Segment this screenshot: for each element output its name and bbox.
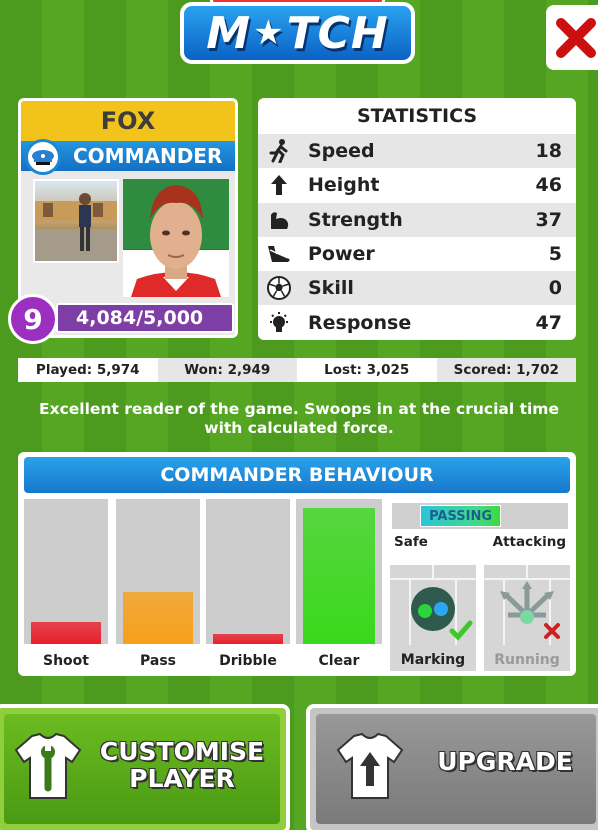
light-bulb-icon <box>264 310 294 336</box>
stat-row-strength: Strength 37 <box>258 202 576 237</box>
bar-label: Shoot <box>43 653 89 669</box>
bar-track <box>116 499 200 644</box>
passing-high-label: Attacking <box>492 534 566 550</box>
level-badge: 9 <box>8 294 58 344</box>
logo-star-icon: ★ <box>253 13 285 53</box>
close-x-icon <box>556 17 596 58</box>
player-name: FOX <box>21 101 235 141</box>
player-description: Excellent reader of the game. Swoops in … <box>39 400 559 437</box>
stat-label: Speed <box>308 140 375 163</box>
player-role: COMMANDER <box>73 144 223 168</box>
player-photo <box>33 179 119 263</box>
passing-track: PASSING <box>392 503 568 529</box>
close-button[interactable] <box>546 5 598 70</box>
stat-value: 0 <box>548 277 562 300</box>
customise-player-button[interactable]: CUSTOMISE PLAYER <box>0 704 290 830</box>
stat-row-skill: Skill 0 <box>258 271 576 306</box>
shirt-upgrade-icon <box>336 732 404 799</box>
statistics-title: STATISTICS <box>356 105 478 127</box>
stat-value: 18 <box>535 140 562 163</box>
won-count: Won: 2,949 <box>157 358 297 382</box>
logo-first-letter: M <box>206 7 252 59</box>
bar-track <box>24 499 108 644</box>
running-toggle[interactable]: Running <box>484 565 570 671</box>
bar-fill <box>123 591 193 644</box>
boot-icon <box>264 241 294 267</box>
bar-fill <box>213 633 283 644</box>
statistics-panel: STATISTICS Speed 18 Height 46 Strength 3… <box>258 98 576 340</box>
marking-label: Marking <box>400 652 466 668</box>
statistics-list: Speed 18 Height 46 Strength 37 Power 5 S… <box>258 134 576 340</box>
stat-value: 47 <box>535 311 562 334</box>
customise-button-label: CUSTOMISE PLAYER <box>92 738 272 792</box>
running-label: Running <box>494 652 560 668</box>
flexed-arm-icon <box>264 207 294 233</box>
bar-fill <box>303 507 375 644</box>
upgrade-button[interactable]: UPGRADE <box>306 704 598 830</box>
match-record: Played: 5,974 Won: 2,949 Lost: 3,025 Sco… <box>18 358 576 382</box>
shirt-wrench-icon <box>14 732 82 799</box>
player-avatar <box>123 179 229 297</box>
commander-cap-icon <box>25 139 61 175</box>
stat-label: Skill <box>308 277 354 300</box>
stat-row-power: Power 5 <box>258 237 576 271</box>
bar-label: Clear <box>318 653 360 669</box>
bar-label: Pass <box>140 653 176 669</box>
stat-label: Strength <box>308 208 403 231</box>
bar-fill <box>31 622 101 644</box>
bar-label: Dribble <box>219 653 277 669</box>
behaviour-panel: COMMANDER BEHAVIOUR Shoot Pass Dribble C… <box>18 452 576 676</box>
bar-track <box>206 499 290 644</box>
played-count: Played: 5,974 <box>18 358 158 382</box>
soccer-ball-icon <box>264 275 294 301</box>
logo-rest: TCH <box>286 7 389 59</box>
passing-low-label: Safe <box>394 534 428 550</box>
bar-clear[interactable]: Clear <box>296 499 382 671</box>
up-arrow-icon <box>264 172 294 198</box>
passing-fill: PASSING <box>420 505 502 527</box>
bar-shoot[interactable]: Shoot <box>24 499 108 671</box>
stat-label: Response <box>308 311 412 334</box>
customise-line-2: PLAYER <box>129 764 235 793</box>
stat-row-height: Height 46 <box>258 168 576 202</box>
stat-label: Power <box>308 243 375 266</box>
running-icon <box>484 565 570 645</box>
bar-pass[interactable]: Pass <box>116 499 200 671</box>
passing-slider[interactable]: PASSING Safe Attacking <box>390 499 570 555</box>
customise-line-1: CUSTOMISE <box>99 737 265 766</box>
stat-row-speed: Speed 18 <box>258 134 576 169</box>
xp-progress-bar: 4,084/5,000 <box>56 303 234 333</box>
marking-toggle[interactable]: Marking <box>390 565 476 671</box>
logo-banner: M ★ TCH <box>180 2 415 64</box>
passing-range-labels: Safe Attacking <box>394 534 566 550</box>
behaviour-bars: Shoot Pass Dribble Clear <box>24 499 386 671</box>
running-man-icon <box>264 138 294 164</box>
game-logo: M ★ TCH <box>180 0 415 68</box>
lost-count: Lost: 3,025 <box>297 358 437 382</box>
scored-count: Scored: 1,702 <box>436 358 576 382</box>
stat-value: 5 <box>548 243 562 266</box>
behaviour-title: COMMANDER BEHAVIOUR <box>24 457 570 493</box>
bar-dribble[interactable]: Dribble <box>206 499 290 671</box>
player-role-banner: COMMANDER <box>21 139 235 175</box>
stat-label: Height <box>308 174 380 197</box>
marking-icon <box>390 565 476 645</box>
stat-value: 46 <box>535 174 562 197</box>
upgrade-button-label: UPGRADE <box>437 747 573 776</box>
stat-row-response: Response 47 <box>258 305 576 339</box>
bar-track <box>296 499 382 644</box>
stat-value: 37 <box>535 208 562 231</box>
xp-text: 4,084/5,000 <box>76 307 204 329</box>
